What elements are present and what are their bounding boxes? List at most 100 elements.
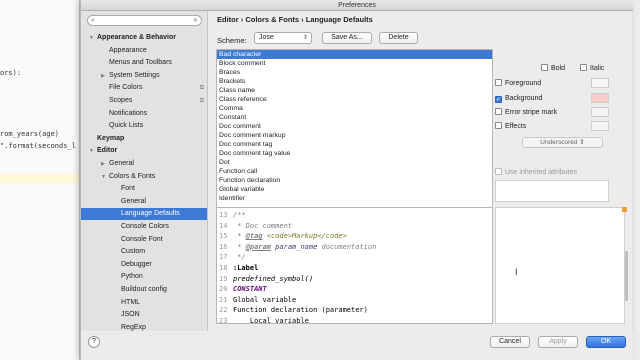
code-token: Function declaration (parameter) — [233, 306, 368, 315]
chevron-down-icon[interactable]: ▼ — [101, 171, 109, 183]
sidebar-item[interactable]: General — [81, 196, 207, 208]
element-list-item[interactable]: Class name — [217, 86, 492, 95]
sidebar-item[interactable]: Notifications — [81, 108, 207, 120]
sidebar-item[interactable]: Font — [81, 183, 207, 195]
inherit-attributes-checkbox[interactable]: Use inherited attributes — [495, 168, 577, 177]
chevron-right-icon[interactable]: ▶ — [101, 70, 109, 82]
cancel-button[interactable]: Cancel — [490, 336, 530, 348]
element-list-item[interactable]: Class reference — [217, 95, 492, 104]
sidebar-item[interactable]: Quick Lists — [81, 120, 207, 132]
attributes-panel: Bold Italic Foreground ✓ Background Error… — [495, 49, 625, 209]
effects-color-swatch[interactable] — [591, 121, 609, 131]
sidebar-item[interactable]: Python — [81, 271, 207, 283]
ok-button[interactable]: OK — [586, 336, 626, 348]
sidebar-item[interactable]: File Colors ⧉ — [81, 82, 207, 94]
sidebar-item-label: Console Font — [121, 235, 163, 243]
element-list-item[interactable]: Global variable — [217, 185, 492, 194]
element-list-item[interactable]: Brackets — [217, 77, 492, 86]
save-as-button[interactable]: Save As... — [322, 32, 372, 44]
sidebar-item-label: Custom — [121, 248, 146, 256]
line-number: 13 — [219, 211, 228, 219]
sidebar-item[interactable]: Buildout config — [81, 284, 207, 296]
sidebar-item-label: Colors & Fonts — [109, 172, 156, 180]
element-list-item[interactable]: Bad character — [217, 50, 492, 59]
sidebar-item-label: System Settings — [109, 71, 160, 79]
sidebar-item[interactable]: Language Defaults — [81, 208, 207, 221]
scheme-label: Scheme: — [217, 36, 247, 45]
help-button[interactable]: ? — [88, 336, 100, 348]
chevron-down-icon[interactable]: ▼ — [89, 145, 97, 157]
italic-checkbox[interactable]: Italic — [580, 64, 604, 73]
sidebar-item[interactable]: Keymap — [81, 133, 207, 145]
element-list-item[interactable]: Block comment — [217, 59, 492, 68]
sidebar-item-label: Scopes — [109, 97, 133, 104]
preview-line: 20 CONSTANT — [219, 284, 267, 294]
preview-scrollbar[interactable] — [625, 251, 628, 301]
sidebar-item[interactable]: Menus and Toolbars — [81, 57, 207, 69]
copy-icon: ⧉ — [199, 98, 204, 104]
sidebar-item-label: Console Colors — [121, 223, 169, 230]
copy-icon: ⧉ — [199, 85, 204, 92]
element-list-item[interactable]: Identifier — [217, 194, 492, 203]
sidebar-item[interactable]: Console Font — [81, 234, 207, 246]
element-list-item[interactable]: Function call — [217, 167, 492, 176]
code-token: @tag — [245, 232, 263, 241]
element-list-item[interactable]: Comma — [217, 104, 492, 113]
line-number: 15 — [219, 232, 228, 241]
breadcrumb: Editor › Colors & Fonts › Language Defau… — [217, 15, 373, 24]
element-list-item[interactable]: Braces — [217, 68, 492, 77]
scheme-select[interactable]: Jose ⇕ — [254, 32, 312, 44]
element-list-item[interactable]: Doc comment — [217, 122, 492, 131]
sidebar-item[interactable]: ▶ General — [81, 158, 207, 170]
element-list-item[interactable]: Doc comment tag value — [217, 149, 492, 158]
error-stripe-swatch[interactable] — [591, 107, 609, 117]
code-token: * — [233, 232, 246, 241]
code-token: param_name — [275, 242, 318, 251]
sidebar-item[interactable]: RegExp — [81, 322, 207, 331]
element-list-item[interactable]: Constant — [217, 113, 492, 122]
checkbox-box — [580, 64, 587, 71]
background-checkbox[interactable]: ✓ Background — [495, 94, 542, 103]
element-list-item[interactable]: Doc comment markup — [217, 131, 492, 140]
code-preview[interactable]: 13/** 14 * Doc comment 15 * @tag <code>Mar… — [216, 207, 493, 324]
sidebar-item[interactable]: ▶ System Settings — [81, 70, 207, 82]
element-list[interactable]: Bad character Block comment Braces Brackets… — [216, 49, 493, 209]
sidebar-item[interactable]: ▼ Colors & Fonts — [81, 171, 207, 183]
foreground-checkbox[interactable]: Foreground — [495, 79, 541, 88]
checkbox-box — [541, 64, 548, 71]
preview-side-panel — [495, 207, 625, 324]
sidebar-item[interactable]: ▼ Appearance & Behavior — [81, 32, 207, 44]
preview-line: 23 Local variable — [219, 316, 309, 323]
element-list-item[interactable]: Dot — [217, 158, 492, 167]
line-number: 14 — [219, 221, 228, 230]
sidebar-item-label: Python — [121, 273, 143, 281]
element-list-item[interactable]: Function declaration — [217, 176, 492, 185]
chevron-right-icon[interactable]: ▶ — [101, 158, 109, 170]
background-color-swatch[interactable] — [591, 93, 609, 103]
search-input[interactable]: ⌕ ✕ — [87, 15, 202, 26]
effects-checkbox[interactable]: Effects — [495, 122, 526, 131]
error-stripe-checkbox[interactable]: Error stripe mark — [495, 108, 557, 117]
search-icon: ⌕ — [91, 17, 95, 24]
sidebar-item[interactable]: Debugger — [81, 259, 207, 271]
scheme-value: Jose — [259, 34, 274, 41]
delete-button[interactable]: Delete — [379, 32, 418, 44]
code-token: predefined_symbol() — [233, 274, 314, 283]
bold-checkbox[interactable]: Bold — [541, 64, 565, 73]
sidebar-item[interactable]: Custom — [81, 246, 207, 258]
sidebar-item[interactable]: JSON — [81, 309, 207, 321]
sidebar-item[interactable]: ▼ Editor — [81, 145, 207, 157]
bg-code-line: ors): — [0, 69, 22, 77]
preview-line: 14 * Doc comment — [219, 221, 292, 231]
chevron-down-icon[interactable]: ▼ — [89, 32, 97, 44]
sidebar-item[interactable]: Appearance — [81, 45, 207, 57]
sidebar-item[interactable]: Scopes ⧉ — [81, 95, 207, 107]
clear-icon[interactable]: ✕ — [193, 17, 198, 24]
foreground-color-swatch[interactable] — [591, 78, 609, 88]
apply-button[interactable]: Apply — [538, 336, 578, 348]
element-list-item[interactable]: Doc comment tag — [217, 140, 492, 149]
sidebar-item[interactable]: HTML — [81, 297, 207, 309]
effect-type-select[interactable]: Underscored ⇕ — [522, 137, 603, 148]
sidebar-item[interactable]: Console Colors — [81, 221, 207, 233]
sidebar-item-label: Editor — [97, 147, 118, 155]
